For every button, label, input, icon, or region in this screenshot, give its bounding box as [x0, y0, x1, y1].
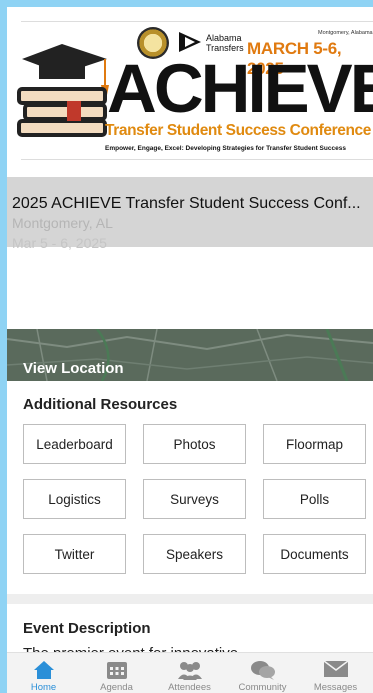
- floormap-button[interactable]: Floormap: [263, 424, 366, 464]
- logistics-button[interactable]: Logistics: [23, 479, 126, 519]
- event-description-heading: Event Description: [23, 620, 151, 637]
- event-description-text: The premier event for innovative: [23, 640, 238, 652]
- tab-attendees[interactable]: Attendees: [153, 653, 226, 693]
- bottom-tab-bar: Home Agenda Attendees Community Messages: [7, 652, 373, 693]
- partner-line1: Alabama: [206, 33, 242, 43]
- people-icon: [177, 662, 202, 680]
- envelope-icon: [323, 660, 348, 677]
- home-icon: [33, 661, 54, 679]
- event-dates: Mar 5 - 6, 2025: [12, 235, 107, 251]
- chat-bubbles-icon: [250, 661, 275, 680]
- tab-label: Messages: [313, 682, 358, 693]
- tab-community[interactable]: Community: [226, 653, 299, 693]
- tab-label: Attendees: [168, 682, 211, 693]
- tab-label: Home: [30, 682, 57, 693]
- banner-wordmark: ACHIEVE: [107, 50, 373, 127]
- tab-label: Agenda: [100, 682, 133, 693]
- tab-label: Community: [238, 682, 287, 693]
- banner-tagline: Empower, Engage, Excel: Developing Strat…: [105, 145, 346, 152]
- calendar-icon: [106, 662, 127, 679]
- conference-banner: Alabama Transfers Montgomery, Alabama MA…: [7, 7, 373, 177]
- tab-agenda[interactable]: Agenda: [80, 653, 153, 693]
- banner-divider-top: [21, 21, 373, 22]
- event-location: Montgomery, AL: [12, 215, 113, 231]
- leaderboard-button[interactable]: Leaderboard: [23, 424, 126, 464]
- banner-subtitle: Transfer Student Success Conference: [105, 122, 371, 139]
- surveys-button[interactable]: Surveys: [143, 479, 246, 519]
- view-location-link[interactable]: View Location: [23, 360, 124, 377]
- speakers-button[interactable]: Speakers: [143, 534, 246, 574]
- tab-messages[interactable]: Messages: [299, 653, 372, 693]
- resources-heading: Additional Resources: [23, 396, 178, 413]
- banner-divider-bottom: [21, 159, 373, 160]
- app-screen: Alabama Transfers Montgomery, Alabama MA…: [7, 7, 373, 693]
- device-frame: Alabama Transfers Montgomery, Alabama MA…: [0, 0, 373, 693]
- event-title: 2025 ACHIEVE Transfer Student Success Co…: [12, 195, 361, 212]
- documents-button[interactable]: Documents: [263, 534, 366, 574]
- polls-button[interactable]: Polls: [263, 479, 366, 519]
- graduation-books-icon: [17, 44, 109, 137]
- banner-location-small: Montgomery, Alabama: [318, 30, 373, 36]
- alabama-transfers-logo-icon: [179, 32, 201, 52]
- tab-home[interactable]: Home: [7, 653, 80, 693]
- photos-button[interactable]: Photos: [143, 424, 246, 464]
- twitter-button[interactable]: Twitter: [23, 534, 126, 574]
- section-separator: [7, 594, 373, 604]
